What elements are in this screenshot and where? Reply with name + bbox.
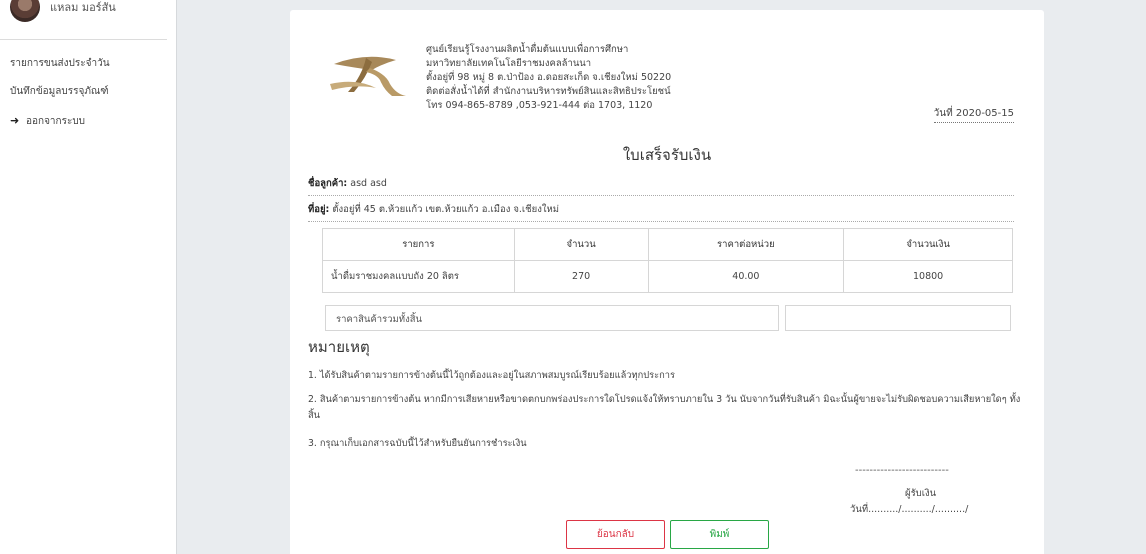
cell-unit-price: 40.00 xyxy=(647,260,845,293)
print-button[interactable]: พิมพ์ xyxy=(670,520,769,549)
total-value xyxy=(785,305,1011,331)
company-header: ศูนย์เรียนรู้โรงงานผลิตน้ำดื่มต้นแบบเพื่… xyxy=(426,43,671,113)
column-header-item: รายการ xyxy=(322,228,515,261)
cell-amount: 10800 xyxy=(843,260,1013,293)
sidebar-item-logout[interactable]: ➜ ออกจากระบบ xyxy=(10,114,85,129)
note-item: 3. กรุณาเก็บเอกสารฉบับนี้ไว้สำหรับยืนยัน… xyxy=(308,438,527,449)
column-header-unit-price: ราคาต่อหน่วย xyxy=(647,228,845,261)
header-line: มหาวิทยาลัยเทคโนโลยีราชมงคลล้านนา xyxy=(426,58,592,69)
header-line: ตั้งอยู่ที่ 98 หมู่ 8 ต.ป่าป้อง อ.ดอยสะเ… xyxy=(426,72,672,83)
note-item: 1. ได้รับสินค้าตามรายการข้างต้นนี้ไว้ถูก… xyxy=(308,370,675,381)
avatar xyxy=(10,0,40,22)
back-button[interactable]: ย้อนกลับ xyxy=(566,520,665,549)
total-label: ราคาสินค้ารวมทั้งสิ้น xyxy=(325,305,779,331)
sidebar-item-daily-delivery[interactable]: รายการขนส่งประจำวัน xyxy=(10,56,110,71)
sidebar: แหลม มอร์สัน รายการขนส่งประจำวัน บันทึกข… xyxy=(0,0,177,554)
user-profile[interactable]: แหลม มอร์สัน xyxy=(10,0,116,22)
table-header-row: รายการ จำนวน ราคาต่อหน่วย จำนวนเงิน xyxy=(322,228,1013,261)
address-label: ที่อยู่: xyxy=(308,204,330,215)
sidebar-divider xyxy=(0,39,167,40)
table-row: น้ำดื่มราชมงคลแบบถัง 20 ลิตร 270 40.00 1… xyxy=(322,260,1013,293)
signature-line: -------------------------- xyxy=(855,465,949,476)
user-name: แหลม มอร์สัน xyxy=(50,1,116,14)
customer-field: ชื่อลูกค้า: asd asd xyxy=(308,176,1014,196)
note-item: 2. สินค้าตามรายการข้างต้น หากมีการเสียหา… xyxy=(308,394,1021,421)
address-field: ที่อยู่: ตั้งอยู่ที่ 45 ต.ห้วยแก้ว เขต.ห… xyxy=(308,202,1014,222)
items-table: รายการ จำนวน ราคาต่อหน่วย จำนวนเงิน น้ำด… xyxy=(322,228,1013,293)
page-title: ใบเสร็จรับเงิน xyxy=(622,146,712,164)
receipt-paper: ศูนย์เรียนรู้โรงงานผลิตน้ำดื่มต้นแบบเพื่… xyxy=(290,10,1044,554)
cell-quantity: 270 xyxy=(513,260,649,293)
signature-date: วันที่........../........../........../ xyxy=(850,504,969,515)
customer-label: ชื่อลูกค้า: xyxy=(308,178,348,189)
address-value: ตั้งอยู่ที่ 45 ต.ห้วยแก้ว เขต.ห้วยแก้ว อ… xyxy=(332,204,559,215)
column-header-quantity: จำนวน xyxy=(513,228,649,261)
company-logo xyxy=(330,56,406,96)
header-line: ศูนย์เรียนรู้โรงงานผลิตน้ำดื่มต้นแบบเพื่… xyxy=(426,44,629,55)
sidebar-item-packaging-record[interactable]: บันทึกข้อมูลบรรจุภัณฑ์ xyxy=(10,84,109,99)
column-header-amount: จำนวนเงิน xyxy=(843,228,1013,261)
notes-title: หมายเหตุ xyxy=(308,338,370,356)
customer-value: asd asd xyxy=(350,178,387,189)
header-line: โทร 094-865-8789 ,053-921-444 ต่อ 1703, … xyxy=(426,100,653,111)
header-line: ติดต่อสั่งน้ำได้ที่ สำนักงานบริหารทรัพย์… xyxy=(426,86,671,97)
receipt-date: วันที่ 2020-05-15 xyxy=(933,106,1014,123)
sign-out-icon: ➜ xyxy=(10,114,20,127)
signature-label: ผู้รับเงิน xyxy=(905,488,937,499)
logout-label: ออกจากระบบ xyxy=(26,116,86,127)
cell-item: น้ำดื่มราชมงคลแบบถัง 20 ลิตร xyxy=(322,260,515,293)
